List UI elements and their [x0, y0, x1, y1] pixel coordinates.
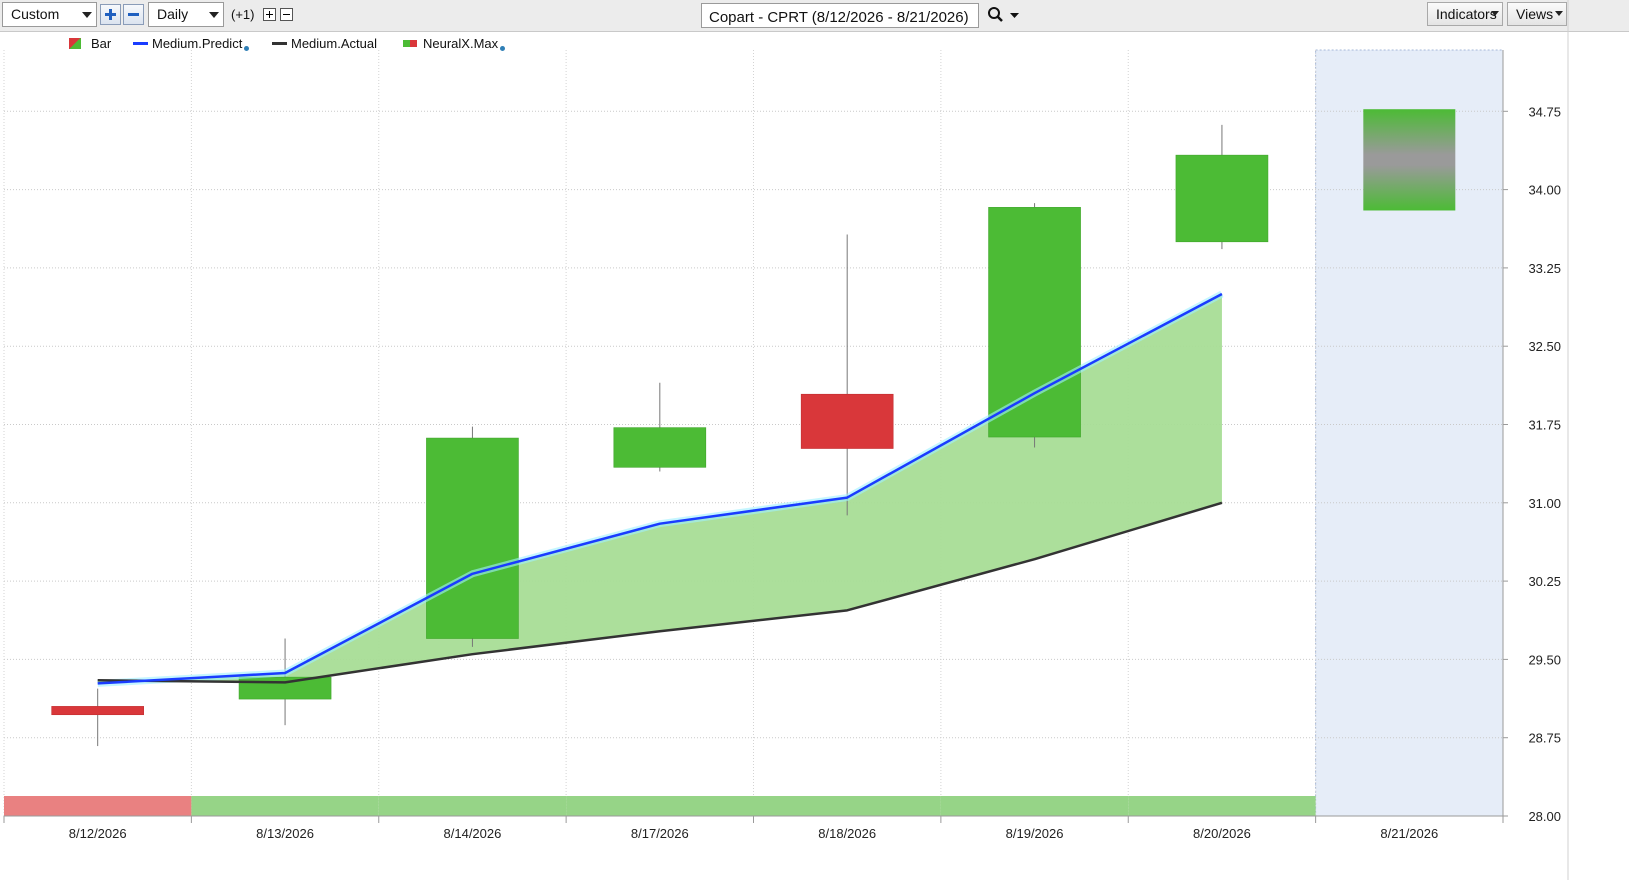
y-tick-label: 29.50 [1528, 652, 1561, 667]
candle-body[interactable] [988, 207, 1081, 438]
legend-label-medium-actual: Medium.Actual [291, 36, 377, 51]
legend-label-bar: Bar [91, 36, 112, 51]
candle-body[interactable] [1175, 154, 1269, 243]
forecast-bar[interactable] [1363, 109, 1456, 211]
neuralx-strip-cell [566, 796, 754, 816]
candle-body[interactable] [238, 676, 332, 700]
candle-body[interactable] [800, 393, 894, 449]
candle-body[interactable] [613, 427, 707, 468]
y-tick-label: 31.75 [1528, 418, 1561, 433]
neuralx-strip-cell [753, 796, 941, 816]
y-tick-label: 30.25 [1528, 574, 1561, 589]
candle-body[interactable] [426, 437, 519, 639]
x-tick-label: 8/12/2026 [69, 826, 127, 841]
blue-line-icon [133, 42, 148, 45]
info-dot-icon [244, 46, 250, 51]
x-tick-label: 8/13/2026 [256, 826, 314, 841]
x-tick-label: 8/18/2026 [818, 826, 876, 841]
neuralx-strip-cell [378, 796, 567, 816]
y-tick-label: 32.50 [1528, 339, 1561, 354]
neuralx-strip-cell [4, 796, 192, 816]
info-dot-icon [500, 46, 506, 51]
x-tick-label: 8/14/2026 [444, 826, 502, 841]
y-tick-label: 28.00 [1528, 809, 1561, 824]
neuralx-strip-cell [940, 796, 1129, 816]
y-tick-label: 31.00 [1528, 496, 1561, 511]
legend-label-neuralx-max: NeuralX.Max [423, 36, 506, 51]
legend-label-medium-predict: Medium.Predict [152, 36, 250, 51]
neural-swatch-icon [403, 40, 417, 47]
neuralx-strip-cell [1128, 796, 1316, 816]
x-tick-label: 8/21/2026 [1380, 826, 1438, 841]
chart[interactable]: 34.75 34.00 33.25 32.50 31.75 31.00 30.25 29.50… [0, 0, 1629, 880]
x-tick-label: 8/19/2026 [1006, 826, 1064, 841]
candle-body[interactable] [51, 706, 144, 716]
neuralx-strip-cell [191, 796, 379, 816]
y-tick-label: 33.25 [1528, 261, 1561, 276]
bar-swatch-icon [69, 38, 81, 49]
y-tick-label: 34.75 [1528, 104, 1561, 119]
x-tick-label: 8/20/2026 [1193, 826, 1251, 841]
y-tick-label: 34.00 [1528, 183, 1561, 198]
x-tick-label: 8/17/2026 [631, 826, 689, 841]
dark-line-icon [272, 42, 287, 45]
y-tick-label: 28.75 [1528, 731, 1561, 746]
